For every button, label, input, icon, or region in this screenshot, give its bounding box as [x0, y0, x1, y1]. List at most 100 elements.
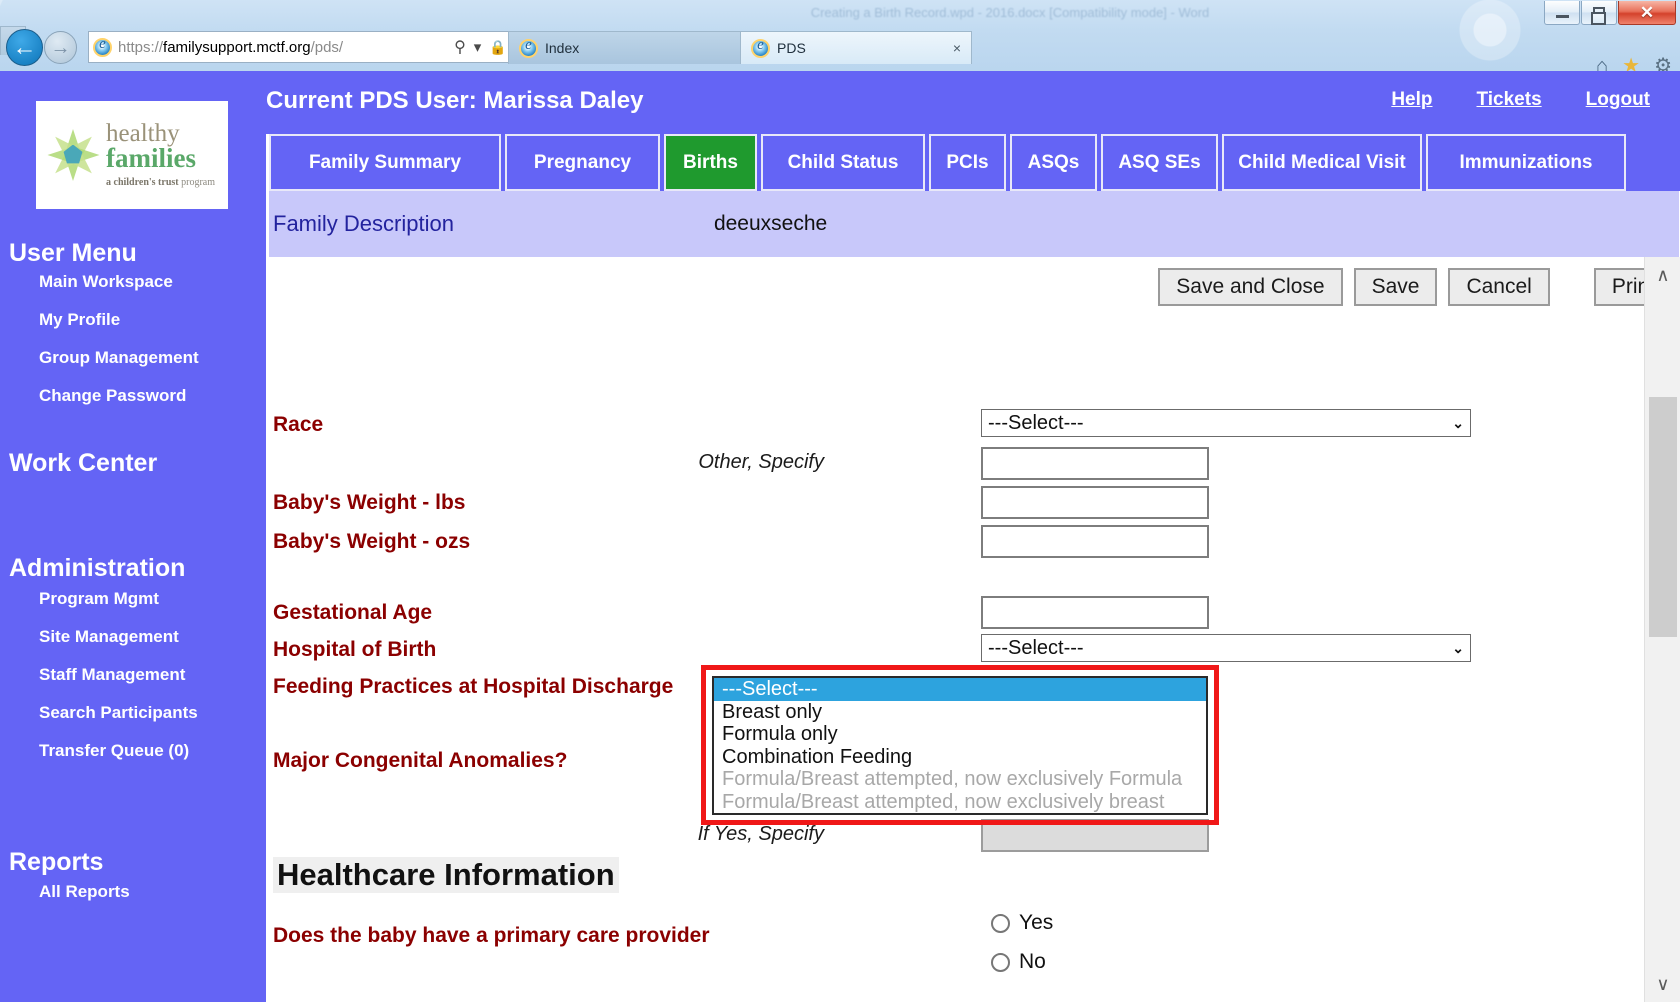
logout-link[interactable]: Logout	[1586, 89, 1650, 111]
main-content: Current PDS User: Marissa Daley Help Tic…	[266, 71, 1680, 1002]
scroll-down-arrow-icon[interactable]: ∨	[1645, 966, 1680, 1002]
url-path: /pds/	[310, 38, 344, 56]
browser-tab-index[interactable]: Index	[508, 31, 742, 64]
scrollbar-thumb[interactable]	[1649, 397, 1677, 637]
radio-no-icon[interactable]	[991, 952, 1010, 972]
dropdown-option-select[interactable]: ---Select---	[714, 678, 1206, 701]
baby-weight-lbs-input[interactable]	[981, 486, 1209, 519]
baby-weight-ozs-input[interactable]	[981, 525, 1209, 558]
gestational-age-label: Gestational Age	[273, 601, 433, 624]
feeding-practices-dropdown-list[interactable]: ---Select--- Breast only Formula only Co…	[712, 676, 1208, 815]
logo-tagline-bold: a children's trust	[106, 177, 179, 189]
hospital-of-birth-select[interactable]: ---Select--- ⌄	[981, 634, 1471, 662]
family-description-bar: Family Description deeuxseche	[269, 191, 1679, 257]
race-select[interactable]: ---Select--- ⌄	[981, 409, 1471, 437]
tab-child-medical-visit[interactable]: Child Medical Visit	[1222, 134, 1422, 191]
logo-line-families: families	[106, 143, 196, 174]
page-scrollbar[interactable]: ∧ ∨	[1644, 257, 1680, 1002]
baby-weight-lbs-label: Baby's Weight - lbs	[273, 491, 466, 514]
url-host: familysupport.mctf.org	[163, 38, 311, 56]
sidebar-heading-administration: Administration	[9, 554, 186, 582]
other-specify-label: Other, Specify	[698, 451, 824, 473]
tab-family-summary[interactable]: Family Summary	[269, 134, 501, 191]
app-header: Current PDS User: Marissa Daley Help Tic…	[266, 71, 1680, 134]
family-description-value: deeuxseche	[713, 212, 828, 235]
header-links: Help Tickets Logout	[1391, 89, 1650, 111]
cancel-button[interactable]: Cancel	[1448, 268, 1550, 306]
tab-births[interactable]: Births	[664, 134, 757, 191]
help-link[interactable]: Help	[1391, 89, 1432, 111]
major-congenital-anomalies-label: Major Congenital Anomalies?	[273, 749, 568, 772]
chevron-down-icon: ⌄	[1452, 639, 1464, 656]
window-controls: ✕	[1543, 1, 1676, 27]
minimize-button[interactable]	[1544, 1, 1580, 25]
sidebar-item-transfer-queue[interactable]: Transfer Queue (0)	[0, 732, 189, 770]
tab-favicon-icon	[519, 37, 538, 58]
url-scheme: https://	[118, 38, 164, 56]
save-and-close-button[interactable]: Save and Close	[1158, 268, 1343, 306]
tab-close-icon[interactable]: ×	[953, 40, 961, 56]
browser-tab-label: PDS	[777, 40, 806, 56]
sidebar-item-search-participants[interactable]: Search Participants	[0, 694, 198, 732]
healthy-families-logo: healthy families a children's trust prog…	[36, 101, 228, 209]
browser-chrome: Creating a Birth Record.wpd - 2016.docx …	[0, 0, 1680, 75]
sidebar-item-site-management[interactable]: Site Management	[0, 618, 179, 656]
chevron-down-icon[interactable]: ▾	[474, 38, 482, 56]
tab-asq-ses[interactable]: ASQ SEs	[1101, 134, 1218, 191]
browser-navigation-bar: ← → https://familysupport.mctf.org/pds/ …	[0, 26, 1680, 75]
hospital-select-value: ---Select---	[988, 636, 1084, 659]
dropdown-option-breast-only[interactable]: Breast only	[714, 701, 1206, 724]
logo-line-healthy: healthy	[106, 119, 180, 147]
sidebar-item-change-password[interactable]: Change Password	[0, 377, 186, 415]
sidebar-item-my-profile[interactable]: My Profile	[0, 301, 120, 339]
if-yes-specify-label: If Yes, Specify	[697, 823, 824, 845]
sidebar-item-staff-management[interactable]: Staff Management	[0, 656, 185, 694]
hospital-of-birth-label: Hospital of Birth	[273, 638, 437, 661]
sidebar-item-all-reports[interactable]: All Reports	[0, 873, 130, 911]
other-specify-input[interactable]	[981, 447, 1209, 480]
chevron-down-icon: ⌄	[1452, 414, 1464, 431]
radio-yes-icon[interactable]	[991, 913, 1010, 933]
address-bar[interactable]: https://familysupport.mctf.org/pds/ ⚲ ▾ …	[88, 31, 538, 63]
address-url-text: https://familysupport.mctf.org/pds/	[118, 39, 450, 56]
tab-pcis[interactable]: PCIs	[929, 134, 1006, 191]
lock-icon[interactable]: 🔒	[489, 39, 506, 56]
star-burst-icon	[44, 126, 102, 184]
gestational-age-input[interactable]	[981, 596, 1209, 629]
race-select-value: ---Select---	[988, 411, 1084, 434]
tab-asqs[interactable]: ASQs	[1010, 134, 1097, 191]
close-icon: ✕	[1639, 3, 1655, 22]
back-button[interactable]: ←	[6, 29, 43, 66]
tab-child-status[interactable]: Child Status	[761, 134, 925, 191]
minimize-icon	[1555, 14, 1569, 18]
module-tab-bar: Family Summary Pregnancy Births Child St…	[269, 134, 1680, 191]
logo-tagline: a children's trust program	[106, 177, 215, 188]
dropdown-option-combination-feeding[interactable]: Combination Feeding	[714, 746, 1206, 769]
window-title: Creating a Birth Record.wpd - 2016.docx …	[810, 5, 1210, 20]
save-button[interactable]: Save	[1353, 268, 1438, 306]
restore-button[interactable]	[1581, 1, 1617, 25]
tickets-link[interactable]: Tickets	[1477, 89, 1542, 111]
scroll-up-arrow-icon[interactable]: ∧	[1645, 257, 1680, 293]
tab-favicon-icon	[751, 37, 770, 58]
dropdown-option-formula-only[interactable]: Formula only	[714, 723, 1206, 746]
logo-tagline-rest: program	[178, 177, 215, 189]
application-window: healthy families a children's trust prog…	[0, 71, 1680, 1002]
ie-logo-icon	[93, 36, 112, 57]
primary-care-no-option[interactable]: No	[991, 950, 1046, 974]
tab-immunizations[interactable]: Immunizations	[1426, 134, 1626, 191]
sidebar-item-main-workspace[interactable]: Main Workspace	[0, 263, 173, 301]
radio-no-label: No	[1019, 950, 1046, 973]
sidebar-item-program-mgmt[interactable]: Program Mgmt	[0, 580, 159, 618]
births-form: Save and Close Save Cancel Print Race --…	[269, 257, 1679, 1002]
current-user-label: Current PDS User: Marissa Daley	[266, 87, 644, 114]
browser-tab-pds[interactable]: PDS ×	[740, 31, 972, 64]
forward-button[interactable]: →	[44, 31, 77, 64]
search-icon[interactable]: ⚲	[454, 37, 466, 57]
tab-pregnancy[interactable]: Pregnancy	[505, 134, 660, 191]
sidebar-item-group-management[interactable]: Group Management	[0, 339, 199, 377]
dropdown-option-formula-breast-now-breast: Formula/Breast attempted, now exclusivel…	[722, 790, 1165, 813]
primary-care-yes-option[interactable]: Yes	[991, 911, 1053, 935]
close-window-button[interactable]: ✕	[1618, 1, 1676, 25]
restore-icon	[1591, 7, 1606, 25]
